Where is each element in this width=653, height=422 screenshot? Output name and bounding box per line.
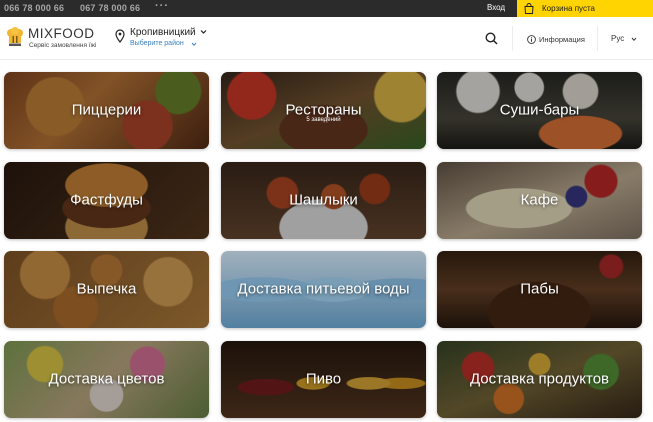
category-label: Рестораны: [285, 100, 362, 118]
category-tile-cafe[interactable]: Кафе: [437, 162, 642, 239]
category-label: Доставка цветов: [48, 369, 165, 387]
language-selector[interactable]: Рус: [611, 34, 624, 43]
phone-number-1[interactable]: 066 78 000 66: [4, 3, 64, 13]
category-label: Доставка продуктов: [469, 369, 610, 387]
category-label: Пиццерии: [71, 100, 142, 118]
location-pin-icon: [115, 29, 125, 43]
shopping-bag-icon: [524, 3, 534, 14]
divider: [597, 26, 598, 51]
category-tile-sushi-bars[interactable]: Суши-бары: [437, 72, 642, 149]
category-label: Суши-бары: [499, 100, 580, 118]
category-tile-water-delivery[interactable]: Доставка питьевой воды: [221, 251, 426, 328]
top-bar: 066 78 000 66 067 78 000 66 ··· Вход Кор…: [0, 0, 653, 17]
info-link[interactable]: Информация: [539, 35, 585, 44]
category-label: Шашлыки: [289, 190, 358, 208]
category-tile-flower-delivery[interactable]: Доставка цветов: [4, 341, 209, 418]
logo-chef-hat-icon[interactable]: [6, 27, 24, 47]
site-header: MIXFOOD Сервіс замовлення їжі Кропивницк…: [0, 17, 653, 60]
logo-title[interactable]: MIXFOOD: [28, 26, 95, 41]
search-icon[interactable]: [485, 32, 498, 45]
login-link[interactable]: Вход: [487, 3, 505, 12]
info-icon[interactable]: [527, 35, 536, 44]
category-tile-bakery[interactable]: Выпечка: [4, 251, 209, 328]
category-label: Пабы: [520, 279, 559, 297]
category-tile-pubs[interactable]: Пабы: [437, 251, 642, 328]
logo-subtitle: Сервіс замовлення їжі: [29, 42, 97, 49]
more-phones-button[interactable]: ···: [155, 0, 169, 12]
category-label: Фастфуды: [70, 190, 143, 208]
category-tile-pizzerias[interactable]: Пиццерии: [4, 72, 209, 149]
district-selector[interactable]: Выберите район: [130, 40, 184, 47]
category-tile-grocery-delivery[interactable]: Доставка продуктов: [437, 341, 642, 418]
cart-label: Корзина пуста: [542, 4, 595, 13]
category-tile-beer[interactable]: Пиво: [221, 341, 426, 418]
category-tile-fastfood[interactable]: Фастфуды: [4, 162, 209, 239]
category-label: Выпечка: [76, 279, 137, 297]
category-label: Пиво: [305, 369, 342, 387]
category-tile-shashlik[interactable]: Шашлыки: [221, 162, 426, 239]
venue-count: 5 заведений: [306, 117, 341, 123]
chevron-down-icon[interactable]: [200, 29, 207, 35]
divider: [512, 26, 513, 51]
chevron-down-icon[interactable]: [191, 42, 197, 47]
category-label: Кафе: [520, 190, 559, 208]
phone-number-2[interactable]: 067 78 000 66: [80, 3, 140, 13]
city-selector[interactable]: Кропивницкий: [130, 27, 196, 38]
chevron-down-icon[interactable]: [631, 37, 637, 42]
category-tile-restaurants[interactable]: Рестораны 5 заведений: [221, 72, 426, 149]
cart-button[interactable]: Корзина пуста: [517, 0, 653, 17]
category-label: Доставка питьевой воды: [237, 279, 410, 297]
